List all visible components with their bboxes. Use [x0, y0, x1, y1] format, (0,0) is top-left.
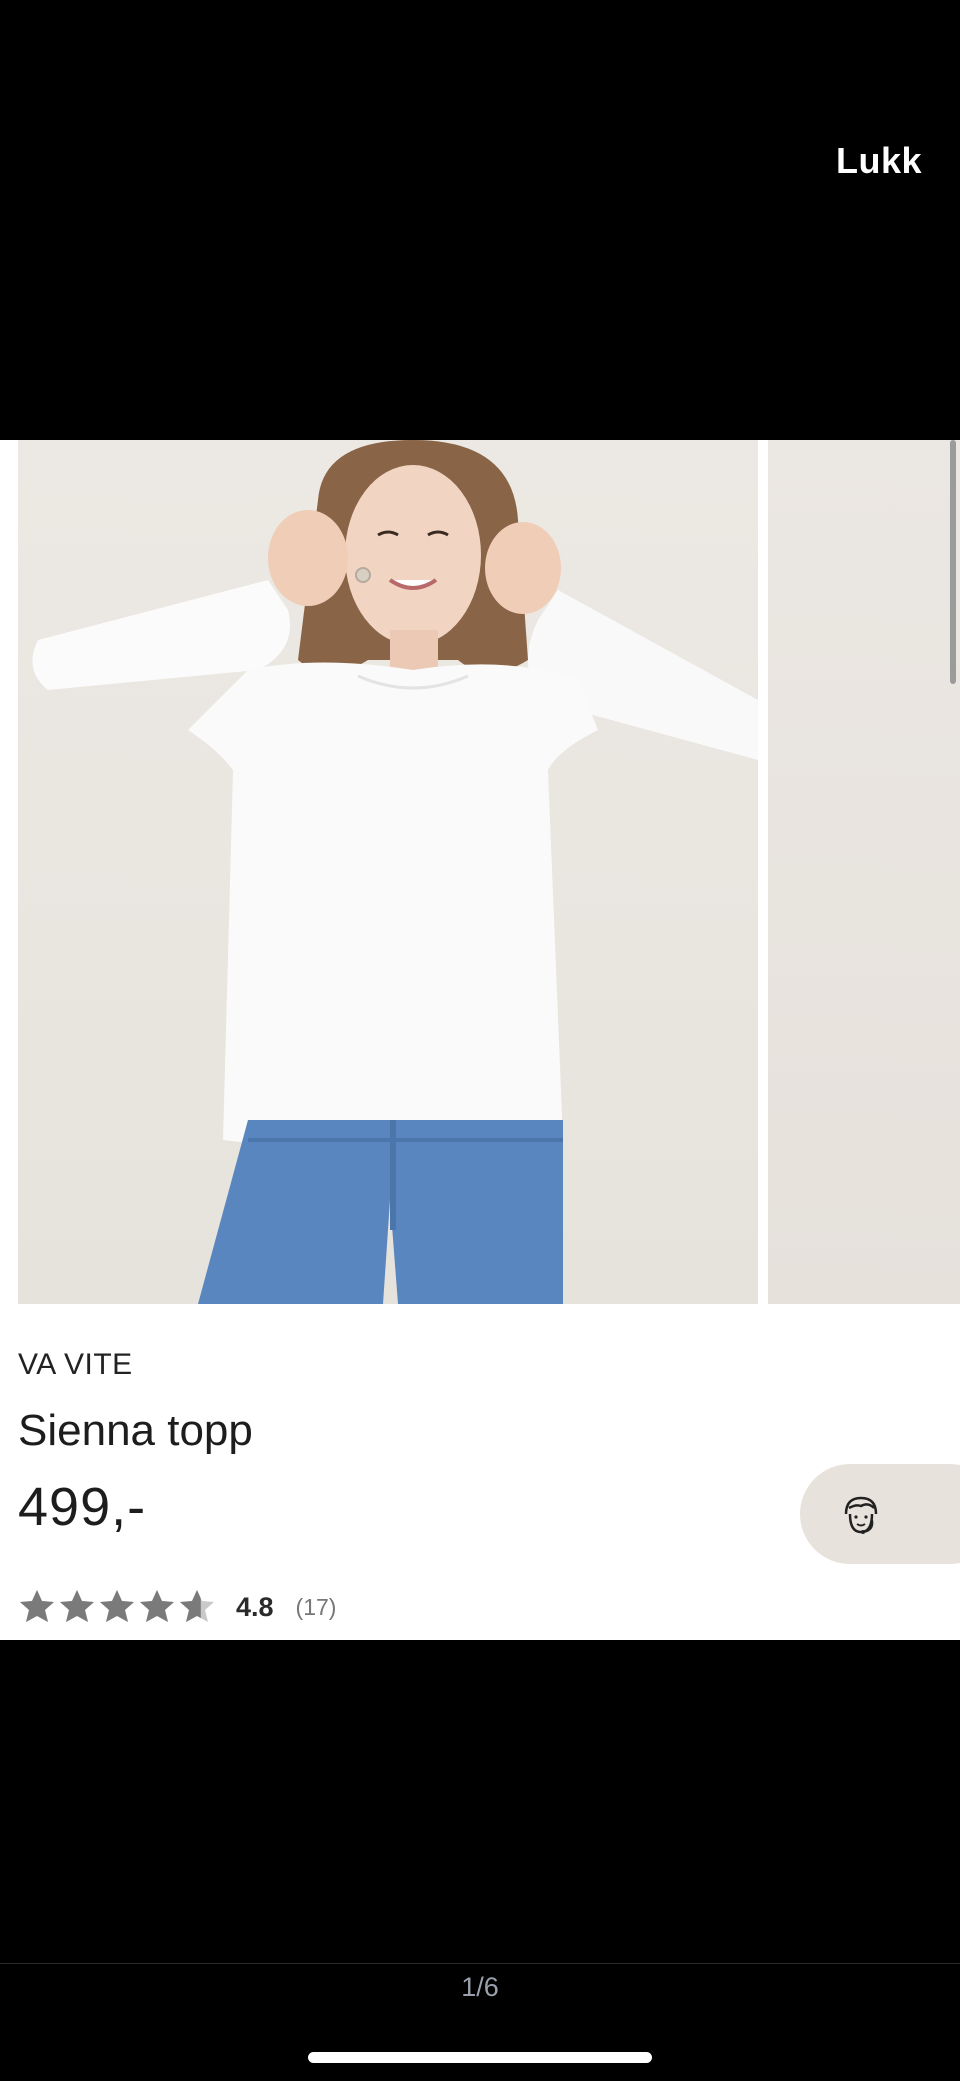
star-icon	[20, 1590, 54, 1622]
image-counter: 1/6	[461, 1972, 499, 2002]
star-icon	[140, 1590, 174, 1622]
customer-support-button[interactable]	[800, 1464, 960, 1564]
rating-stars	[18, 1588, 216, 1626]
product-rating[interactable]: 4.8 (17)	[18, 1588, 336, 1626]
star-icon	[100, 1590, 134, 1622]
product-price: 499,-	[18, 1477, 147, 1537]
home-indicator[interactable]	[308, 2052, 652, 2063]
customer-support-agent-icon	[844, 1496, 878, 1534]
product-title: Sienna topp	[18, 1406, 253, 1455]
close-button[interactable]: Lukk	[836, 140, 922, 182]
star-icon	[60, 1590, 94, 1622]
rating-count: (17)	[295, 1593, 337, 1620]
rating-value: 4.8	[236, 1591, 274, 1622]
fullscreen-image-viewer: Lukk VA VITE Sienna topp 499,- 4.8 (17) …	[0, 0, 960, 2081]
model-illustration	[32, 440, 758, 1304]
image-gallery[interactable]	[18, 440, 960, 1304]
scrollbar[interactable]	[950, 440, 956, 684]
product-image-main[interactable]	[18, 440, 758, 1304]
footer-divider	[0, 1963, 960, 1964]
product-image-next[interactable]	[768, 440, 960, 1304]
product-card: VA VITE Sienna topp 499,- 4.8 (17)	[0, 440, 960, 1640]
product-brand: VA VITE	[18, 1348, 133, 1381]
star-icon	[180, 1590, 214, 1622]
